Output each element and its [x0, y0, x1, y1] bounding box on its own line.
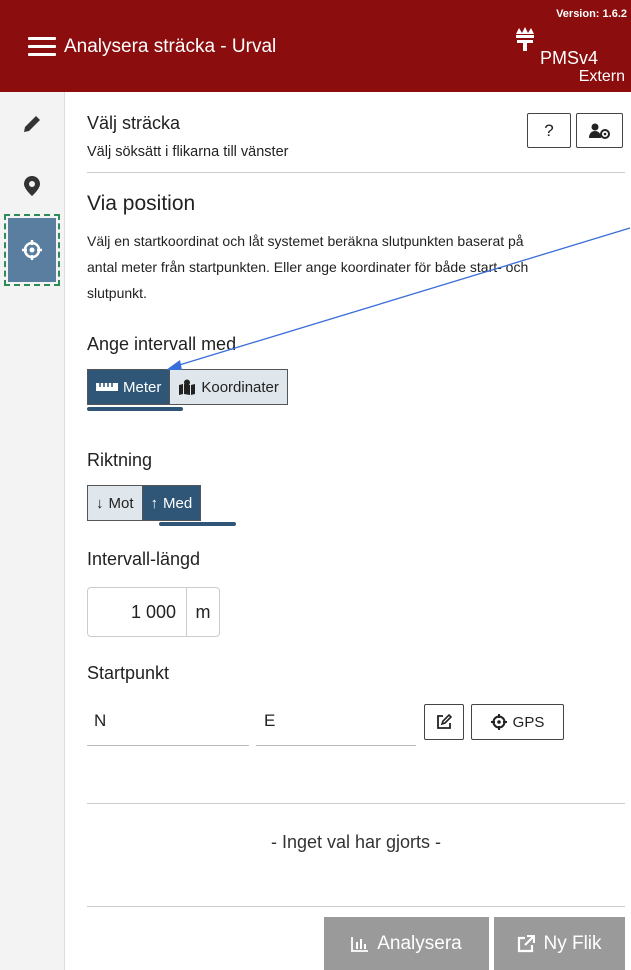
new-tab-button[interactable]: Ny Flik [494, 917, 625, 970]
empty-message: - Inget val har gjorts - [270, 832, 442, 852]
direction-option-mot[interactable]: ↓ Mot [88, 486, 142, 520]
e-input-underline [256, 745, 416, 746]
startpoint-label: Startpunkt [87, 663, 170, 683]
arrow-up-icon: ↑ [150, 494, 159, 512]
e-input[interactable]: E [264, 711, 275, 731]
n-input[interactable]: N [94, 711, 106, 731]
new-tab-button-label: Ny Flik [543, 932, 602, 954]
length-input[interactable]: 1 000 [88, 588, 186, 636]
direction-toggle: ↓ Mot ↑ Med [87, 485, 202, 521]
n-input-underline [87, 745, 249, 746]
edit-coordinates-button[interactable] [424, 704, 464, 740]
analyze-button-label: Analysera [377, 932, 462, 954]
analyze-button[interactable]: Analysera [324, 917, 489, 970]
crosshairs-icon [490, 714, 507, 730]
direction-option-med[interactable]: ↑ Med [141, 486, 201, 520]
arrow-down-icon: ↓ [96, 494, 104, 512]
direction-label: Riktning [87, 450, 153, 470]
length-input-group: 1 000 m [87, 587, 220, 637]
direction-option-mot-label: Mot [108, 494, 134, 512]
length-unit: m [186, 588, 219, 636]
gps-button[interactable]: GPS [471, 704, 564, 740]
selected-indicator [159, 522, 236, 526]
external-link-icon [518, 934, 536, 952]
length-label: Intervall-längd [87, 549, 201, 569]
direction-option-med-label: Med [163, 494, 193, 512]
divider [87, 803, 625, 804]
divider [87, 906, 625, 907]
gps-button-label: GPS [512, 713, 545, 731]
edit-icon [437, 713, 453, 729]
bar-chart-icon [351, 936, 369, 952]
